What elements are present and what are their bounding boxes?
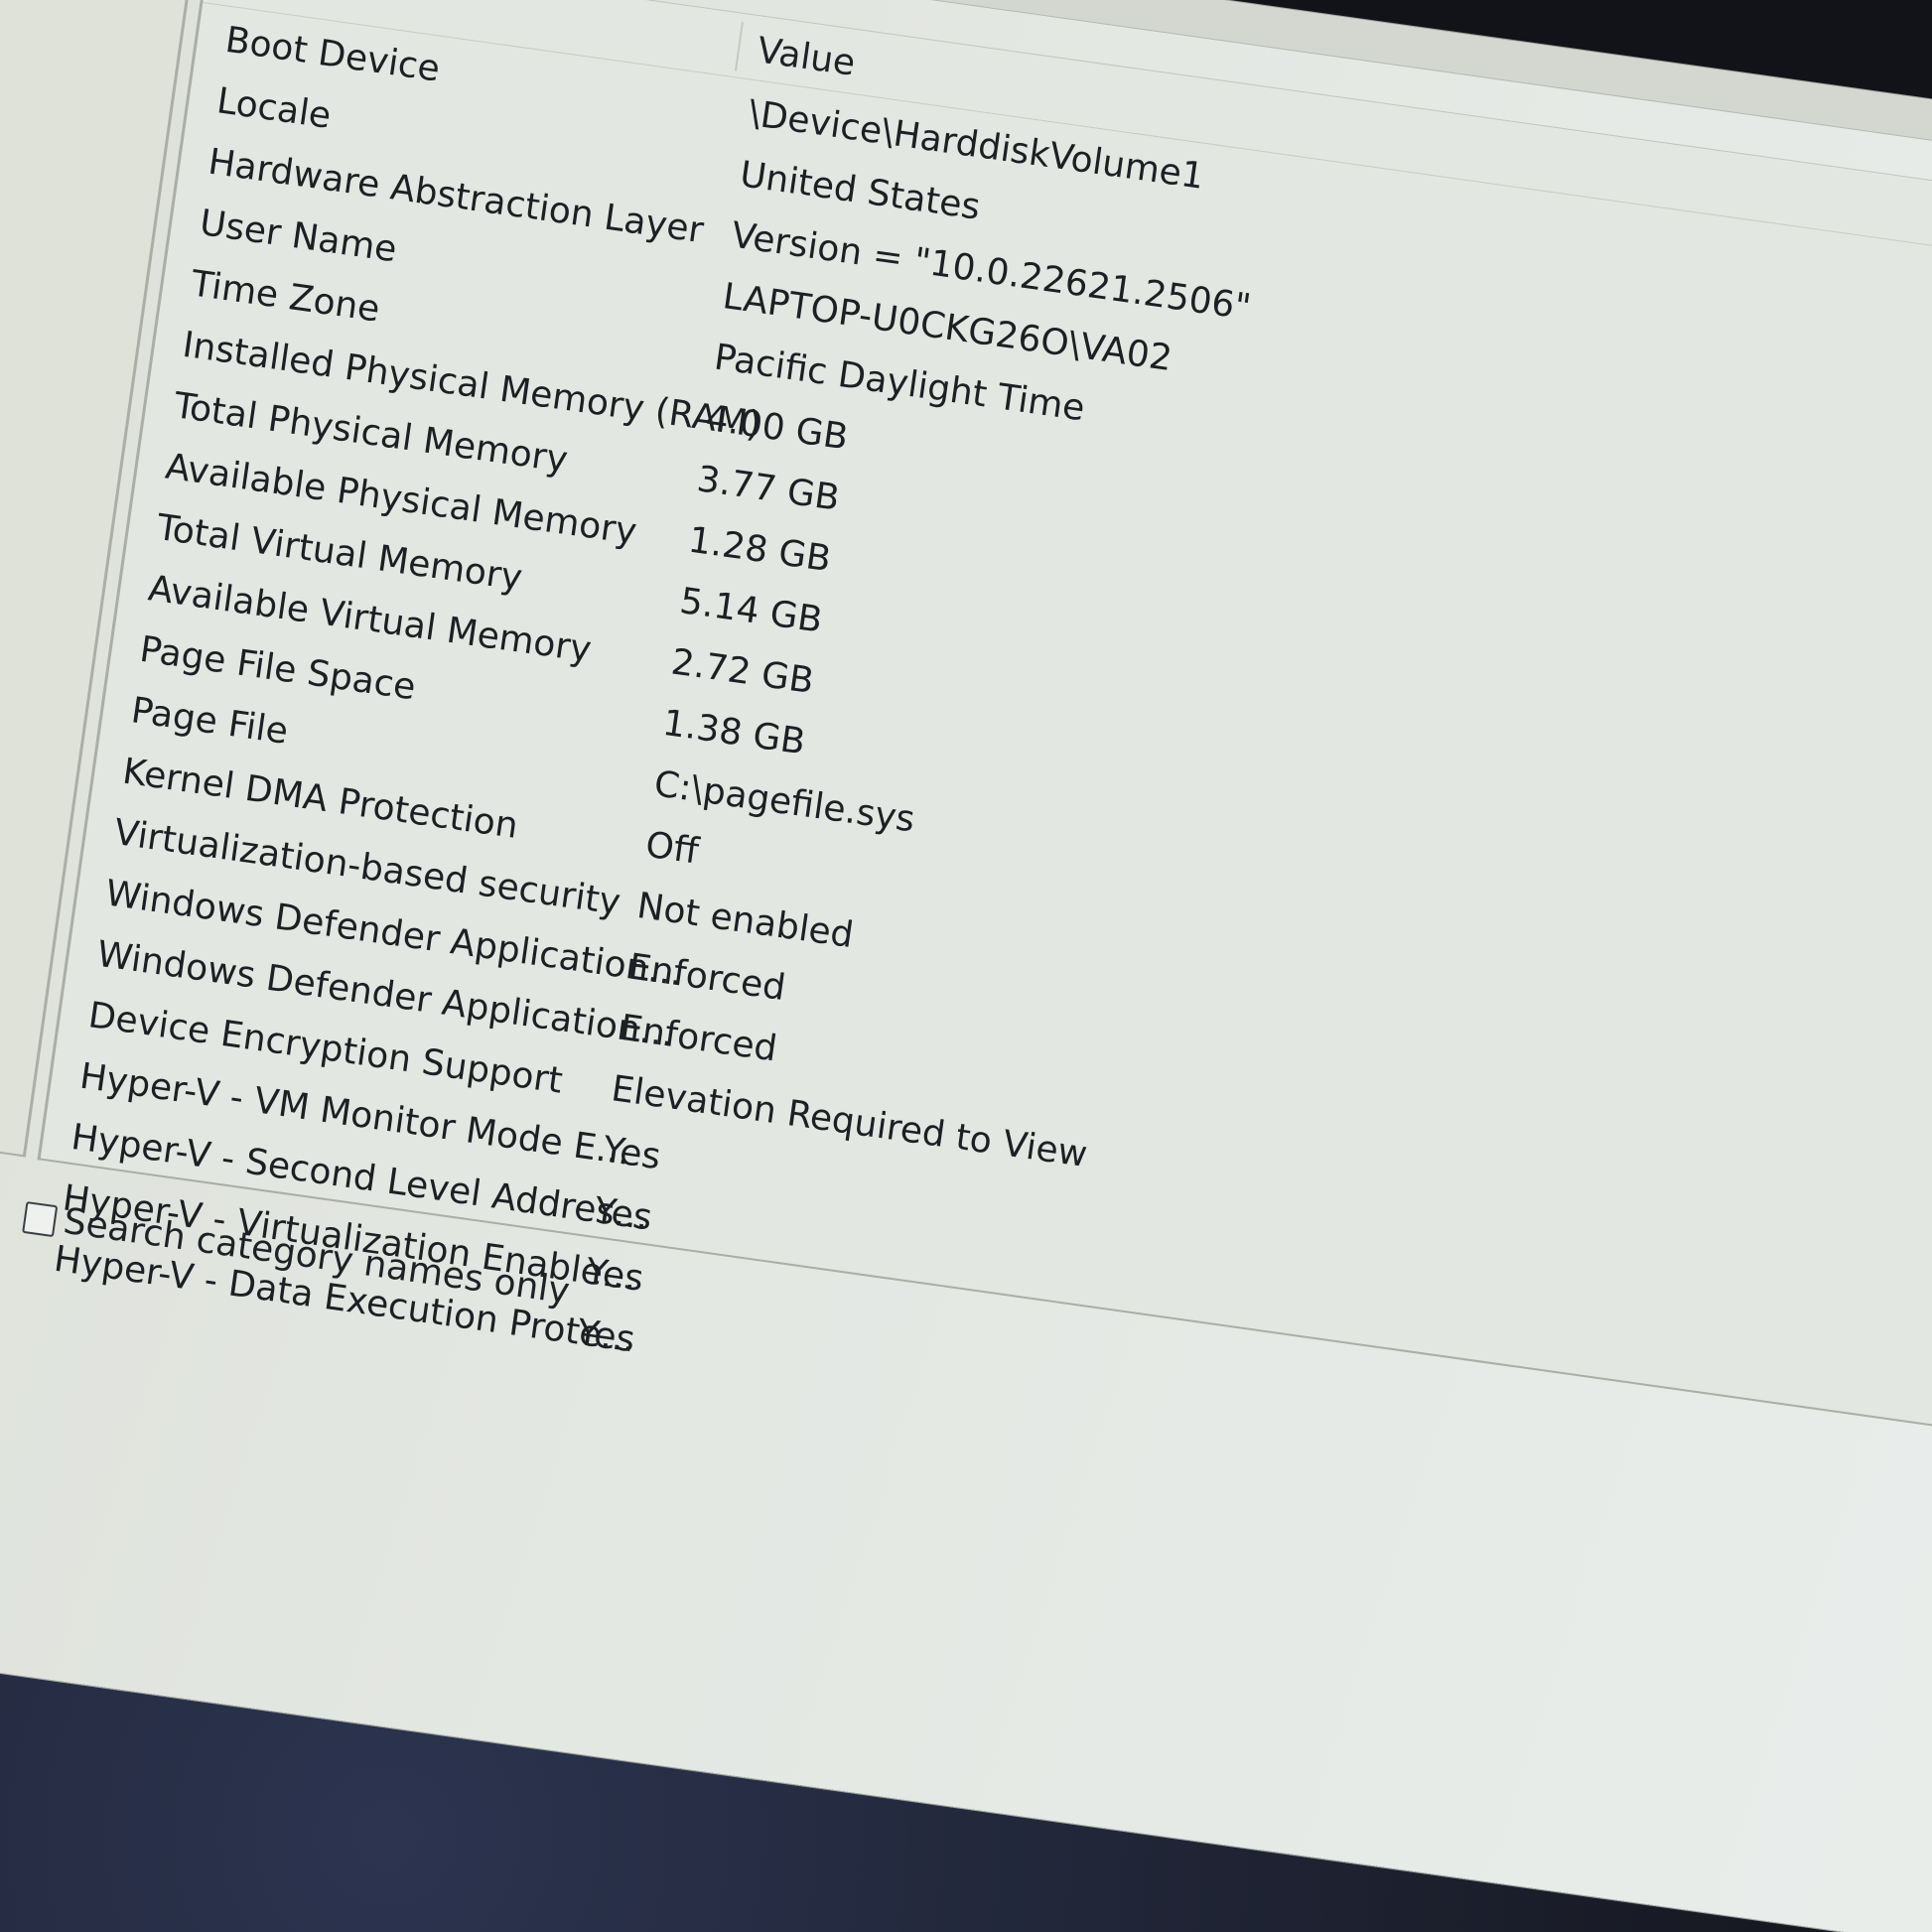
search-category-names-checkbox[interactable] — [22, 1201, 59, 1238]
row-value-cell: 1.38 GB — [660, 702, 808, 763]
column-header-item[interactable]: Item — [231, 0, 318, 8]
row-value-cell: 5.14 GB — [677, 580, 825, 641]
system-information-window: Item Value Boot Device\Device\HarddiskVo… — [0, 0, 1932, 1932]
row-value-cell: Yes — [600, 1129, 663, 1178]
row-value-cell: Off — [642, 824, 702, 873]
row-value-cell: 1.28 GB — [685, 519, 834, 581]
list-rows: Boot Device \Device\HarddiskVolume1 Locale… — [22, 8, 1932, 1592]
column-separator[interactable] — [735, 21, 744, 71]
row-value-cell: Yes — [592, 1189, 655, 1239]
column-header-value[interactable]: Value — [755, 30, 858, 83]
photo-background: Item Value Boot Device\Device\HarddiskVo… — [0, 0, 1932, 1932]
row-value-cell: 2.72 GB — [668, 641, 817, 703]
row-value-cell: 4.00 GB — [703, 397, 851, 459]
row-value-cell: 3.77 GB — [694, 459, 843, 519]
row-item-cell: Locale — [213, 80, 334, 137]
